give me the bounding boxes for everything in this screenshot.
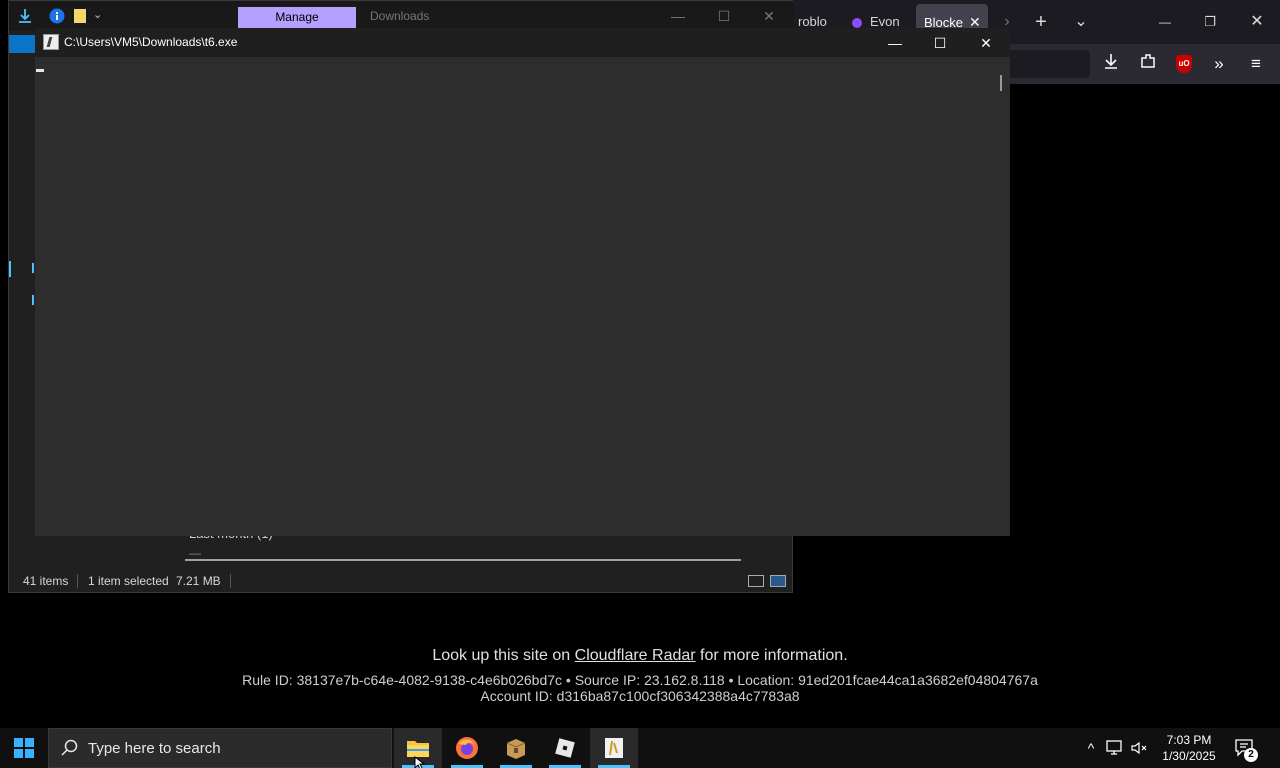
account-id-line: Account ID: d316ba87c100cf306342388a4c77… — [480, 688, 800, 704]
nav-selection-indicator — [9, 261, 11, 277]
status-bar: 41 items 1 item selected 7.21 MB — [9, 569, 794, 593]
taskbar-roblox[interactable] — [541, 728, 589, 768]
download-arrow-icon[interactable] — [17, 8, 33, 24]
taskbar-clock[interactable]: 7:03 PM 1/30/2025 — [1154, 732, 1224, 764]
console-app-icon — [43, 34, 59, 50]
properties-icon[interactable] — [49, 8, 65, 24]
status-separator — [77, 574, 78, 588]
selection-count: 1 item selected — [88, 574, 169, 588]
console-maximize-button[interactable]: ☐ — [918, 30, 962, 56]
desktop-edge — [0, 0, 8, 593]
volume-muted-icon[interactable] — [1128, 728, 1150, 768]
console-output[interactable] — [35, 57, 993, 536]
overflow-chevron-icon[interactable]: » — [1207, 52, 1231, 76]
show-hidden-icons-chevron-icon[interactable]: ^ — [1080, 728, 1102, 768]
browser-close-button[interactable]: ✕ — [1242, 8, 1272, 36]
item-count: 41 items — [23, 574, 69, 588]
browser-toolbar: uO » ≡ — [1010, 44, 1280, 84]
window-title: Downloads — [370, 9, 430, 23]
scrollbar-thumb[interactable] — [1000, 75, 1002, 91]
menu-icon[interactable]: ≡ — [1244, 52, 1268, 76]
new-tab-button[interactable]: + — [1026, 8, 1056, 36]
new-folder-icon[interactable] — [72, 8, 88, 24]
explorer-minimize-button[interactable]: — — [663, 5, 693, 27]
package-icon — [504, 736, 528, 760]
console-scrollbar[interactable] — [993, 57, 1010, 536]
lookup-suffix: for more information. — [695, 647, 848, 664]
file-ribbon-tab[interactable] — [9, 35, 37, 53]
lookup-prefix: Look up this site on — [432, 647, 575, 664]
taskbar-package-app[interactable] — [492, 728, 540, 768]
network-icon[interactable] — [1104, 728, 1126, 768]
cloudflare-lookup-line: Look up this site on Cloudflare Radar fo… — [0, 640, 1280, 672]
extensions-icon[interactable] — [1136, 52, 1160, 76]
status-separator — [230, 574, 231, 588]
clock-time: 7:03 PM — [1166, 733, 1212, 747]
taskbar: Type here to search ^ 7:03 PM 1/30/2025 … — [0, 728, 1280, 768]
list-all-tabs-button[interactable]: ⌄ — [1066, 8, 1096, 36]
firefox-icon — [455, 736, 479, 760]
windows-logo-icon — [14, 738, 34, 758]
url-bar[interactable] — [1010, 50, 1090, 78]
quick-access-toolbar: ⌄ Manage Downloads — ☐ ✕ — [9, 1, 794, 31]
browser-tab-label: Evon — [870, 14, 900, 29]
rule-id-line: Rule ID: 38137e7b-c64e-4082-9138-c4e6b02… — [242, 672, 1038, 688]
search-icon — [61, 739, 79, 757]
taskbar-t6-console[interactable] — [590, 728, 638, 768]
large-icons-view-icon[interactable] — [770, 575, 786, 587]
tab-manage[interactable]: Manage — [238, 7, 356, 28]
nav-item-marker — [32, 295, 34, 305]
search-placeholder: Type here to search — [88, 740, 221, 757]
mouse-pointer-icon — [414, 755, 426, 768]
customize-qat-icon[interactable]: ⌄ — [93, 8, 109, 24]
roblox-icon — [553, 736, 577, 760]
desktop: roblo Evon Blocke ✕ › + ⌄ — ❐ ✕ uO » ≡ Lo… — [0, 0, 1280, 768]
taskbar-firefox[interactable] — [443, 728, 491, 768]
explorer-close-button[interactable]: ✕ — [754, 5, 784, 27]
details-view-icon[interactable] — [748, 575, 764, 587]
ublock-icon[interactable]: uO — [1176, 55, 1192, 73]
browser-tab-label: roblo — [798, 14, 827, 29]
group-divider: — — [189, 546, 201, 560]
browser-minimize-button[interactable]: — — [1150, 8, 1180, 36]
selection-size: 7.21 MB — [176, 574, 221, 588]
console-app-icon — [602, 736, 626, 760]
nav-item-marker — [32, 263, 34, 273]
download-icon[interactable] — [1099, 52, 1123, 76]
explorer-maximize-button[interactable]: ☐ — [709, 5, 739, 27]
notification-badge: 2 — [1244, 748, 1258, 762]
horizontal-scrollbar[interactable] — [185, 559, 741, 561]
evon-favicon-icon — [852, 17, 862, 28]
console-minimize-button[interactable]: — — [873, 30, 917, 56]
console-window: C:\Users\VM5\Downloads\t6.exe — ☐ ✕ — [35, 28, 1010, 536]
taskbar-search-box[interactable]: Type here to search — [48, 728, 392, 768]
console-title-bar[interactable]: C:\Users\VM5\Downloads\t6.exe — ☐ ✕ — [35, 28, 1010, 57]
cloudflare-radar-link[interactable]: Cloudflare Radar — [575, 647, 696, 664]
console-title: C:\Users\VM5\Downloads\t6.exe — [64, 35, 238, 49]
clock-date: 1/30/2025 — [1162, 749, 1216, 763]
text-cursor — [36, 69, 44, 72]
start-button[interactable] — [0, 728, 48, 768]
cloudflare-footer: Look up this site on Cloudflare Radar fo… — [0, 640, 1280, 704]
console-close-button[interactable]: ✕ — [964, 30, 1008, 56]
browser-restore-button[interactable]: ❐ — [1195, 8, 1225, 36]
